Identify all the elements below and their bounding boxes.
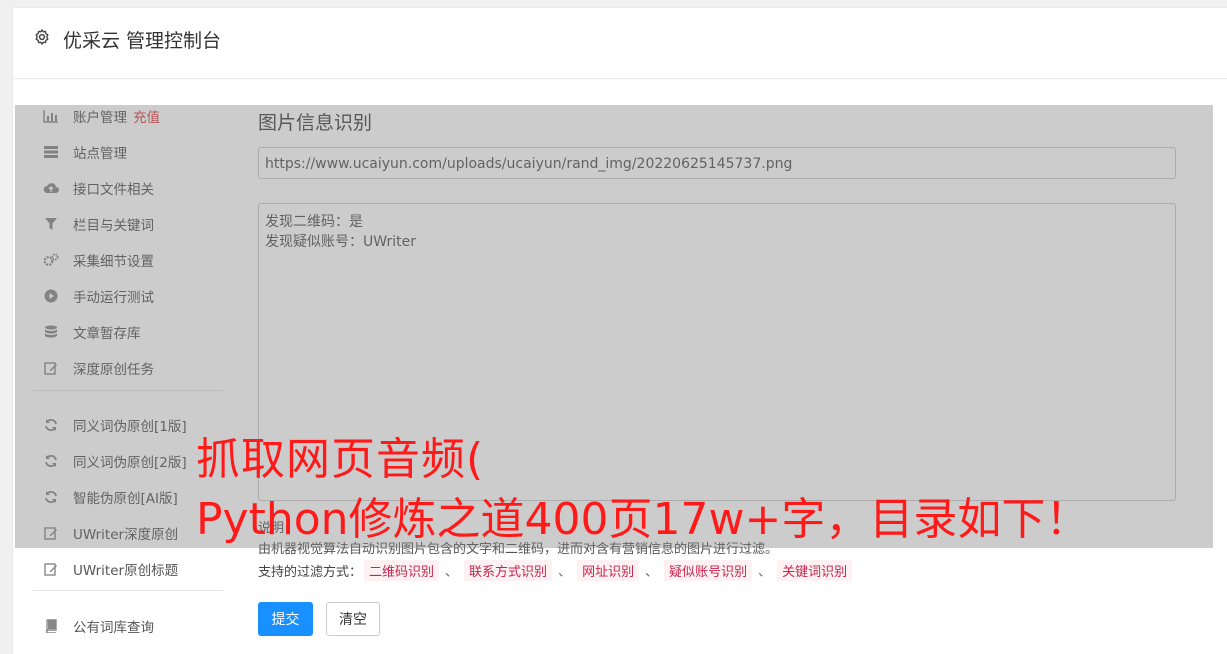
filter-tag: 网址识别 [577, 560, 640, 581]
separator: 、 [445, 565, 459, 580]
page-title: 优采云 管理控制台 [63, 30, 222, 52]
sidebar-item-label: UWriter原创标题 [73, 563, 179, 579]
filter-label: 支持的过滤方式： [258, 565, 363, 580]
filter-tag: 联系方式识别 [464, 560, 553, 581]
submit-button[interactable]: 提交 [258, 602, 313, 636]
separator: 、 [645, 565, 659, 580]
sidebar-item-uwriter-title[interactable]: UWriter原创标题 [43, 557, 178, 581]
filter-methods: 支持的过滤方式： 二维码识别 、 联系方式识别 、 网址识别 、 疑似账号识别 … [258, 560, 854, 581]
separator: 、 [758, 565, 772, 580]
watermark-line-1: 抓取网页音频( [196, 434, 485, 485]
filter-tag: 疑似账号识别 [664, 560, 753, 581]
filter-tag: 关键词识别 [777, 560, 853, 581]
header: 优采云 管理控制台 [13, 8, 1227, 79]
sidebar-item-public-lexicon[interactable]: 公有词库查询 [43, 614, 154, 638]
separator: 、 [558, 565, 572, 580]
grey-overlay [15, 105, 1213, 548]
sidebar-item-label: 公有词库查询 [73, 620, 154, 636]
book-icon [43, 618, 59, 634]
clear-button[interactable]: 清空 [326, 602, 380, 636]
watermark-line-2: Python修炼之道400页17w+字，目录如下！ [196, 494, 1090, 545]
sidebar-divider [33, 590, 223, 591]
filter-tag: 二维码识别 [364, 560, 440, 581]
edit-icon [43, 561, 59, 577]
gear-icon [35, 29, 49, 45]
